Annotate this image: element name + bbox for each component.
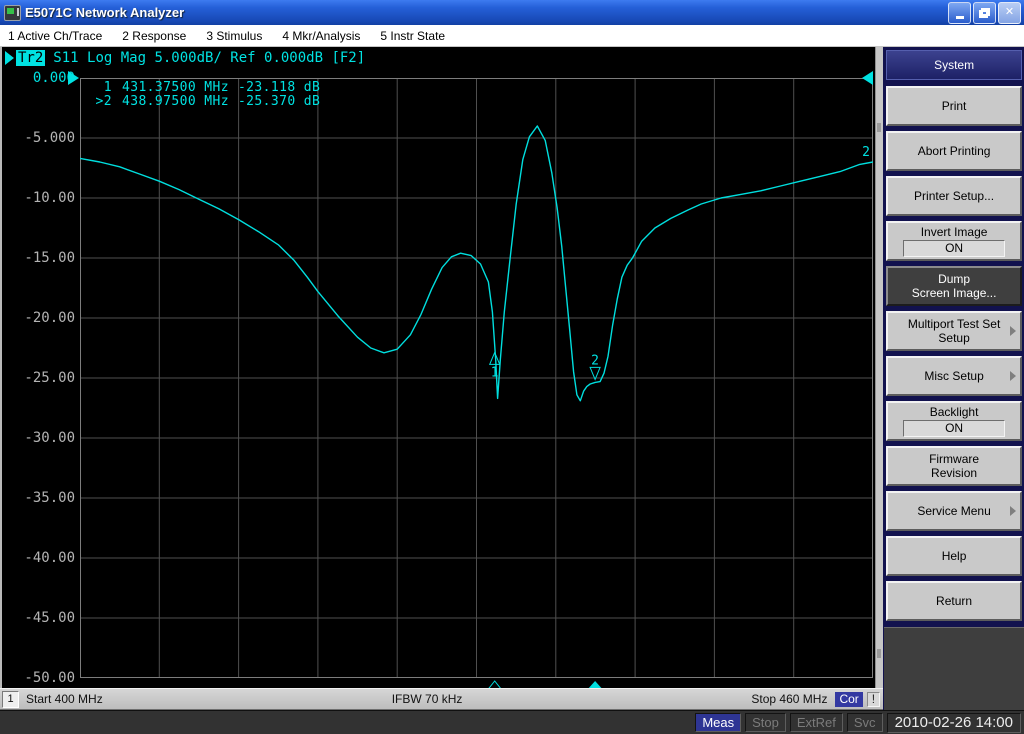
- softkey-print[interactable]: Print: [886, 86, 1022, 126]
- close-button[interactable]: ✕: [998, 1, 1021, 24]
- softkey-label: Dump: [938, 272, 971, 286]
- softkey-backlight[interactable]: Backlight ON: [886, 401, 1022, 441]
- reference-level-right-icon: [862, 71, 873, 85]
- softkey-toggle-value: ON: [903, 240, 1006, 257]
- instrument-screen-column: 1 2 2 Tr2 S11 Log Mag 5.000dB/ Ref 0.000dB…: [0, 47, 884, 710]
- softkey-label: Printer Setup...: [914, 189, 995, 203]
- softkey-label: Invert Image: [920, 225, 988, 239]
- app-window: E5071C Network Analyzer ✕ 1 Active Ch/Tr…: [0, 0, 1024, 734]
- menu-mkr-analysis[interactable]: 4 Mkr/Analysis: [280, 29, 370, 43]
- trace-status-line: Tr2 S11 Log Mag 5.000dB/ Ref 0.000dB [F2…: [5, 50, 365, 66]
- softkey-label: Abort Printing: [917, 144, 991, 158]
- menu-response[interactable]: 2 Response: [120, 29, 196, 43]
- softkey-sidebar: System Print Abort Printing Printer Setu…: [883, 47, 1024, 710]
- svg-text:1: 1: [491, 365, 499, 380]
- y-tick-label: -10.00: [24, 190, 75, 206]
- softkey-abort-printing[interactable]: Abort Printing: [886, 131, 1022, 171]
- softkey-dump-screen-image[interactable]: Dump Screen Image...: [886, 266, 1022, 306]
- window-title: E5071C Network Analyzer: [25, 5, 185, 20]
- sidebar-filler: [884, 627, 1024, 710]
- softkey-label: Help: [941, 549, 967, 563]
- correction-badge: Cor: [835, 691, 863, 707]
- y-tick-label: -25.00: [24, 370, 75, 386]
- softkey-return[interactable]: Return: [886, 581, 1022, 621]
- softkey-multiport-test-set-setup[interactable]: Multiport Test Set Setup: [886, 311, 1022, 351]
- softkey-scrollbar[interactable]: [875, 47, 884, 689]
- start-frequency: Start 400 MHz: [26, 692, 103, 707]
- app-icon: [4, 4, 21, 21]
- marker-row: >2 438.97500 MHz -25.370 dB: [90, 93, 321, 109]
- y-tick-label: -15.00: [24, 250, 75, 266]
- channel-number: 1: [2, 690, 19, 708]
- title-bar: E5071C Network Analyzer ✕: [0, 0, 1024, 25]
- restore-icon: [979, 7, 990, 18]
- marker-frequency: 431.37500 MHz: [122, 80, 229, 95]
- y-tick-label: -50.00: [24, 670, 75, 686]
- submenu-arrow-icon: [1010, 371, 1016, 381]
- ifbw-value: IFBW 70 kHz: [391, 692, 463, 707]
- softkey-misc-setup[interactable]: Misc Setup: [886, 356, 1022, 396]
- status-meas: Meas: [695, 713, 742, 732]
- softkey-label: Print: [941, 99, 967, 113]
- softkey-label: Backlight: [929, 405, 979, 419]
- svg-text:2: 2: [862, 145, 870, 160]
- softkey-firmware-revision[interactable]: Firmware Revision: [886, 446, 1022, 486]
- minimize-button[interactable]: [948, 1, 971, 24]
- softkey-service-menu[interactable]: Service Menu: [886, 491, 1022, 531]
- softkey-toggle-value: ON: [903, 420, 1006, 437]
- marker-row: 1 431.37500 MHz -23.118 dB: [90, 81, 320, 95]
- channel-status-bar: 1 Start 400 MHz IFBW 70 kHz Stop 460 MHz…: [0, 688, 884, 710]
- active-trace-arrow-icon: [5, 51, 14, 65]
- reference-level-left-icon: [68, 71, 79, 85]
- status-datetime: 2010-02-26 14:00: [886, 712, 1021, 733]
- softkey-invert-image[interactable]: Invert Image ON: [886, 221, 1022, 261]
- softkey-label: Firmware: [929, 452, 980, 466]
- menu-instr-state[interactable]: 5 Instr State: [378, 29, 455, 43]
- y-tick-label: 0.000: [32, 70, 75, 86]
- y-tick-label: -20.00: [24, 310, 75, 326]
- y-tick-label: -35.00: [24, 490, 75, 506]
- trace-label: Tr2: [16, 50, 46, 66]
- marker-readout: 1 431.37500 MHz -23.118 dB >2 438.97500 …: [90, 81, 320, 108]
- instrument-status-bar: Meas Stop ExtRef Svc 2010-02-26 14:00: [0, 710, 1024, 734]
- restore-button[interactable]: [973, 1, 996, 24]
- submenu-arrow-icon: [1010, 506, 1016, 516]
- marker-id: >2: [95, 93, 112, 109]
- softkey-label: Service Menu: [917, 504, 991, 518]
- y-tick-label: -45.00: [24, 610, 75, 626]
- close-icon: ✕: [1004, 6, 1015, 18]
- softkey-label: Multiport Test Set: [907, 317, 1001, 331]
- svg-text:2: 2: [591, 353, 599, 368]
- graph-screen[interactable]: 1 2 2 Tr2 S11 Log Mag 5.000dB/ Ref 0.000dB…: [0, 47, 876, 689]
- stop-frequency: Stop 460 MHz: [751, 692, 828, 707]
- menu-stimulus[interactable]: 3 Stimulus: [204, 29, 272, 43]
- trace-settings: S11 Log Mag 5.000dB/ Ref 0.000dB [F2]: [53, 50, 366, 66]
- main-content: 1 2 2 Tr2 S11 Log Mag 5.000dB/ Ref 0.000dB…: [0, 47, 1024, 710]
- softkey-printer-setup[interactable]: Printer Setup...: [886, 176, 1022, 216]
- softkey-label: Setup: [938, 331, 970, 345]
- softkey-label: Screen Image...: [911, 286, 997, 300]
- status-stop: Stop: [745, 713, 786, 732]
- marker-value: -25.370 dB: [237, 93, 321, 109]
- y-tick-label: -40.00: [24, 550, 75, 566]
- softkey-label: Revision: [931, 466, 978, 480]
- minimize-icon: [955, 15, 964, 19]
- menu-active-ch-trace[interactable]: 1 Active Ch/Trace: [6, 29, 112, 43]
- status-svc: Svc: [846, 713, 883, 732]
- graph-svg: 1 2 2: [80, 78, 873, 689]
- softkey-label: Return: [936, 594, 973, 608]
- warning-badge: !: [866, 691, 881, 707]
- marker-value: -23.118 dB: [237, 80, 321, 95]
- status-extref: ExtRef: [789, 713, 843, 732]
- y-tick-label: -30.00: [24, 430, 75, 446]
- marker-id: 1: [103, 80, 112, 95]
- y-tick-label: -5.000: [24, 130, 75, 146]
- submenu-arrow-icon: [1010, 326, 1016, 336]
- softkey-label: Misc Setup: [924, 369, 984, 383]
- softkey-menu-title: System: [886, 50, 1022, 80]
- softkey-help[interactable]: Help: [886, 536, 1022, 576]
- menu-bar: 1 Active Ch/Trace 2 Response 3 Stimulus …: [0, 25, 1024, 47]
- marker-frequency: 438.97500 MHz: [122, 93, 229, 109]
